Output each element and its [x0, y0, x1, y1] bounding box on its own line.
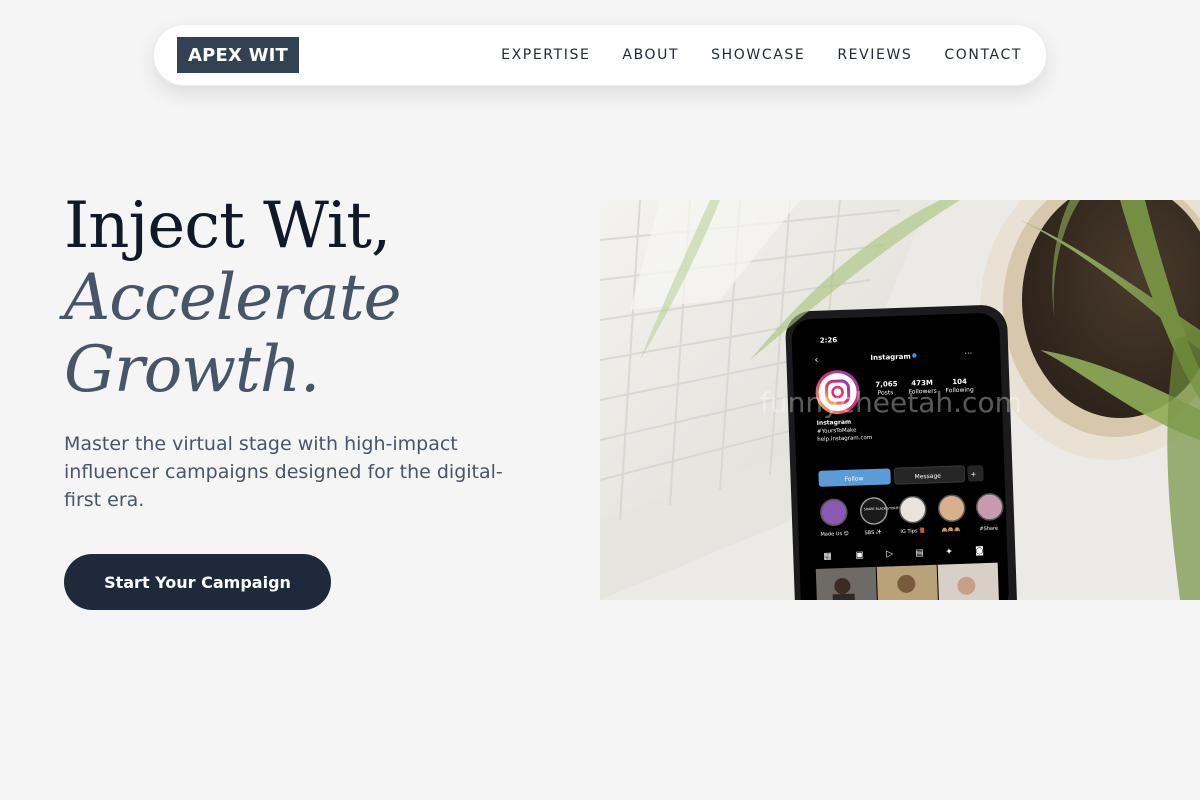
highlight-3-label: IG Tips 📕 — [900, 527, 925, 535]
guide-icon: ▤ — [915, 548, 924, 558]
nav-links: EXPERTISE ABOUT SHOWCASE REVIEWS CONTACT — [501, 47, 1022, 63]
hero-title-line-1: Inject Wit, — [64, 189, 391, 263]
hero-image: 2:26 ‹ Instagram ⋯ 7,065 Posts 473M Foll… — [600, 200, 1200, 600]
highlight-2-label: SBS ✨ — [864, 529, 882, 537]
hero-photo-illustration: 2:26 ‹ Instagram ⋯ 7,065 Posts 473M Foll… — [600, 200, 1200, 600]
add-person-icon: + — [970, 470, 976, 478]
phone-time: 2:26 — [820, 336, 838, 345]
brand-logo[interactable]: APEX WIT — [177, 37, 299, 73]
highlight-1-label: Made Us 😊 — [820, 531, 848, 538]
back-arrow-icon: ‹ — [814, 355, 818, 366]
hero-title-line-2: Accelerate — [64, 261, 401, 335]
start-campaign-button[interactable]: Start Your Campaign — [64, 554, 331, 610]
nav-link-reviews[interactable]: REVIEWS — [837, 47, 912, 63]
watermark-text: funnycheetah.com — [760, 386, 1022, 419]
more-icon: ⋯ — [964, 348, 972, 357]
phone-message-label: Message — [914, 473, 941, 481]
navbar: APEX WIT EXPERTISE ABOUT SHOWCASE REVIEW… — [153, 24, 1047, 86]
hero-title-line-3: Growth. — [64, 333, 320, 407]
sparkle-icon: ✦ — [945, 547, 953, 557]
nav-link-expertise[interactable]: EXPERTISE — [501, 47, 590, 63]
nav-link-showcase[interactable]: SHOWCASE — [711, 47, 805, 63]
highlight-5 — [975, 493, 1004, 521]
nav-link-contact[interactable]: CONTACT — [944, 47, 1022, 63]
play-icon: ▷ — [886, 549, 893, 559]
bio-name: Instagram — [817, 419, 852, 427]
hero-title: Inject Wit, Accelerate Growth. — [64, 189, 401, 407]
reels-icon: ▣ — [855, 550, 864, 560]
following-count: 104 — [952, 378, 967, 387]
phone: 2:26 ‹ Instagram ⋯ 7,065 Posts 473M Foll… — [785, 305, 1017, 600]
phone-profile-name: Instagram — [870, 353, 911, 362]
highlight-4-label: 🙈🙈🙈 — [941, 527, 961, 534]
highlight-3 — [898, 495, 927, 524]
grid-icon: ▦ — [823, 551, 832, 561]
highlight-4 — [937, 494, 966, 522]
nav-link-about[interactable]: ABOUT — [622, 47, 679, 63]
hero-subtitle: Master the virtual stage with high-impac… — [64, 433, 503, 511]
tagged-icon: ◙ — [975, 546, 984, 556]
highlight-1 — [820, 498, 848, 527]
highlight-5-label: #Share — [979, 526, 998, 533]
phone-follow-label: Follow — [845, 475, 864, 483]
